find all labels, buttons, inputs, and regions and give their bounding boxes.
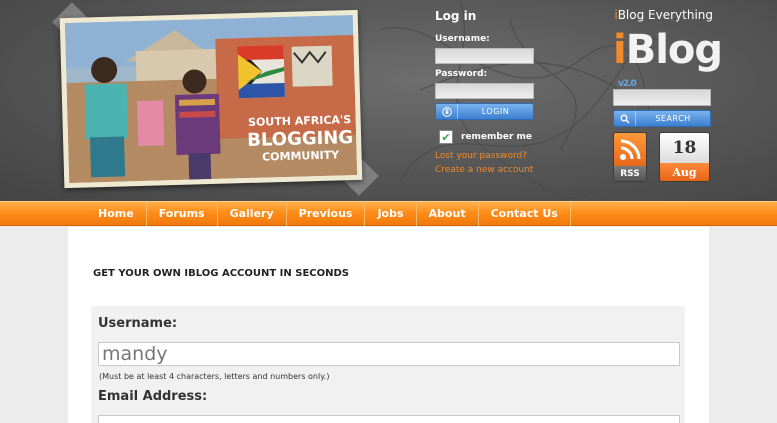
rss-icon	[614, 133, 646, 166]
date-month: Aug	[660, 163, 709, 181]
checkmark-icon: ✔	[441, 130, 451, 144]
logo-text: Blog	[625, 27, 723, 73]
nav-forums[interactable]: Forums	[147, 202, 218, 226]
hero-photo-frame: SOUTH AFRICA'S BLOGGING COMMUNITY	[52, 2, 379, 196]
lock-icon	[436, 104, 458, 119]
signup-form: Username: (Must be at least 4 characters…	[91, 306, 685, 423]
logo-version: v2.0	[618, 79, 637, 89]
nav-gallery[interactable]: Gallery	[218, 202, 287, 226]
signup-username-label: Username:	[98, 316, 178, 331]
photo-title-line3: COMMUNITY	[262, 148, 340, 163]
remember-me-checkbox[interactable]: ✔	[439, 130, 453, 144]
brand-panel: iBlog Everything iBlog v2.0 SEARCH RSS 1…	[613, 8, 723, 182]
rss-button[interactable]: RSS	[613, 132, 647, 182]
date-day: 18	[660, 133, 709, 163]
photo-illustration: SOUTH AFRICA'S BLOGGING COMMUNITY	[64, 15, 358, 183]
signup-email-input[interactable]	[98, 415, 680, 423]
signup-email-label: Email Address:	[98, 389, 208, 404]
search-button[interactable]: SEARCH	[613, 110, 711, 127]
header: SOUTH AFRICA'S BLOGGING COMMUNITY Log in…	[0, 0, 777, 201]
remember-me-label: remember me	[461, 132, 533, 142]
nav-jobs[interactable]: Jobs	[365, 202, 417, 226]
date-badge: 18 Aug	[659, 132, 710, 182]
nav-previous[interactable]: Previous	[287, 202, 366, 226]
remember-me-row: ✔ remember me	[435, 130, 605, 144]
rss-label: RSS	[614, 166, 646, 181]
username-label: Username:	[435, 34, 490, 44]
login-button-label: LOGIN	[481, 107, 510, 116]
site-logo[interactable]: iBlog v2.0	[613, 28, 723, 89]
tagline-text: Blog Everything	[617, 8, 713, 22]
search-icon	[614, 111, 636, 126]
photo-title-line2: BLOGGING	[247, 127, 353, 151]
tagline: iBlog Everything	[613, 8, 713, 26]
password-label: Password:	[435, 69, 488, 79]
nav-contact-us[interactable]: Contact Us	[479, 202, 571, 226]
badges: RSS 18 Aug	[613, 132, 713, 182]
main-nav: Home Forums Gallery Previous Jobs About …	[0, 201, 777, 226]
lost-password-link[interactable]: Lost your password?	[435, 151, 605, 161]
hero-photo: SOUTH AFRICA'S BLOGGING COMMUNITY	[59, 9, 363, 189]
login-button[interactable]: LOGIN	[435, 103, 534, 120]
username-hint: (Must be at least 4 characters, letters …	[99, 372, 330, 381]
login-panel: Log in Username: Password: LOGIN ✔ remem…	[435, 9, 605, 175]
login-password-input[interactable]	[435, 83, 534, 99]
create-account-link[interactable]: Create a new account	[435, 165, 605, 175]
nav-home[interactable]: Home	[86, 202, 147, 226]
nav-list: Home Forums Gallery Previous Jobs About …	[86, 202, 571, 226]
main-content: GET YOUR OWN IBLOG ACCOUNT IN SECONDS Us…	[68, 227, 709, 423]
signup-username-input[interactable]	[98, 342, 680, 366]
login-username-input[interactable]	[435, 48, 534, 64]
search-button-label: SEARCH	[655, 114, 691, 123]
page-heading: GET YOUR OWN IBLOG ACCOUNT IN SECONDS	[93, 268, 349, 279]
nav-about[interactable]: About	[417, 202, 479, 226]
login-title: Log in	[435, 9, 477, 23]
